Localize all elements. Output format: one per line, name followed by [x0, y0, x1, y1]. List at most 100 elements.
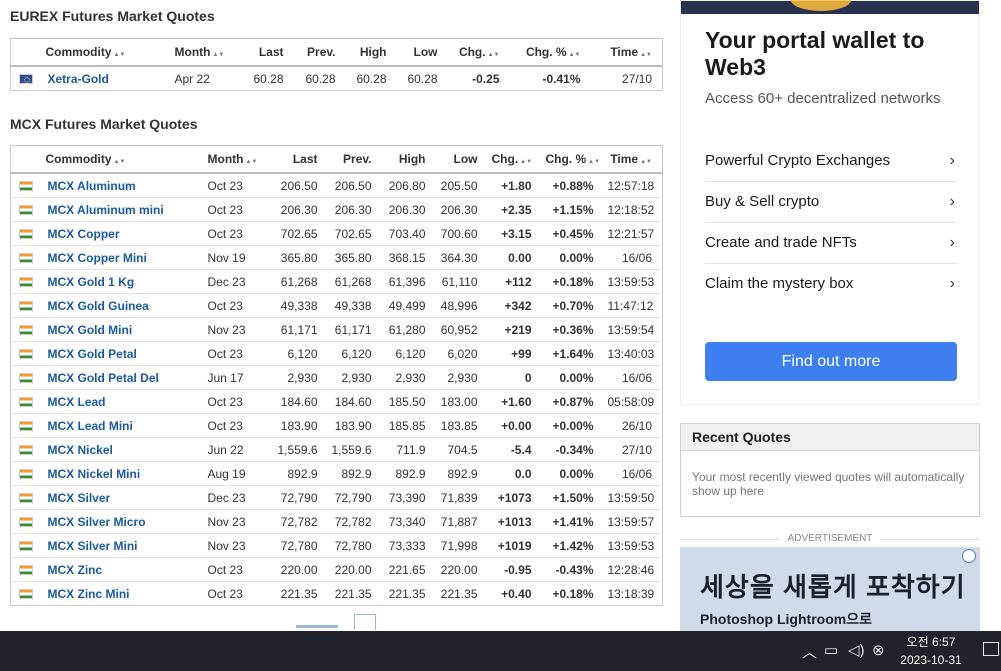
commodity-link[interactable]: MCX Nickel — [41, 437, 204, 462]
column-header-prev[interactable]: Prev. — [327, 145, 382, 174]
chevron-up-icon[interactable]: ︿ — [802, 641, 817, 662]
column-header-month[interactable]: Month ▲▼ — [203, 145, 274, 174]
table-row[interactable]: MCX Gold Petal Del Jun 17 2,930 2,930 2,930 2… — [10, 365, 663, 390]
table-row[interactable]: MCX Gold Guinea Oct 23 49,338 49,338 49,499 4… — [10, 293, 663, 318]
table-row[interactable]: MCX Nickel Jun 22 1,559.6 1,559.6 711.9 704.5… — [10, 437, 663, 462]
high-cell: 60.28 — [356, 71, 387, 86]
high-cell: 206.80 — [381, 173, 436, 198]
table-row[interactable]: MCX Gold Petal Oct 23 6,120 6,120 6,120 6,020… — [10, 341, 663, 366]
ad-choices-icon[interactable] — [962, 549, 976, 563]
ad-item-crypto-exchanges[interactable]: Powerful Crypto Exchanges › — [705, 141, 957, 182]
column-header-low[interactable]: Low — [396, 38, 448, 67]
prev-cell: 6,120 — [327, 341, 382, 366]
table-row[interactable]: MCX Copper Oct 23 702.65 702.65 703.40 700.60… — [10, 221, 663, 246]
chevron-right-icon: › — [949, 234, 955, 251]
column-header-chg[interactable]: Chg. % ▲▼ — [509, 38, 591, 67]
sort-icon[interactable]: ▲▼ — [569, 52, 581, 58]
find-out-more-button[interactable]: Find out more — [705, 342, 957, 381]
month-cell: Nov 23 — [203, 533, 274, 558]
column-header-time[interactable]: Time ▲▼ — [603, 145, 663, 174]
table-row[interactable]: MCX Aluminum Oct 23 206.50 206.50 206.80 205.… — [10, 173, 663, 198]
column-header-high[interactable]: High — [345, 38, 397, 67]
table-row[interactable]: MCX Gold 1 Kg Dec 23 61,268 61,268 61,396 61,… — [10, 269, 663, 294]
column-header-last[interactable]: Last — [237, 38, 294, 67]
sort-icon[interactable]: ▲▼ — [640, 159, 652, 165]
table-row[interactable]: MCX Lead Mini Oct 23 183.90 183.90 185.85 183… — [10, 413, 663, 438]
commodity-link[interactable]: Xetra-Gold — [42, 66, 171, 91]
table-row[interactable]: MCX Nickel Mini Aug 19 892.9 892.9 892.9 892.… — [10, 461, 663, 486]
time-cell: 13:59:53 — [603, 269, 663, 294]
commodity-link[interactable]: MCX Aluminum mini — [41, 197, 204, 222]
commodity-link[interactable]: MCX Silver Micro — [41, 509, 204, 534]
clock[interactable]: 오전 6:57 2023-10-31 — [893, 633, 969, 669]
column-header-commodity[interactable]: Commodity ▲▼ — [41, 38, 171, 67]
change-percent-cell: +0.70% — [541, 293, 604, 318]
commodity-link[interactable]: MCX Gold Petal Del — [41, 365, 204, 390]
commodity-link[interactable]: MCX Silver Mini — [41, 533, 204, 558]
notification-icon[interactable] — [983, 642, 999, 656]
table-row[interactable]: MCX Silver Micro Nov 23 72,782 72,782 73,340… — [10, 509, 663, 534]
last-cell: 365.80 — [273, 245, 328, 270]
month-cell: Dec 23 — [203, 269, 274, 294]
ad-item-mystery-box[interactable]: Claim the mystery box › — [705, 264, 957, 304]
column-header-chg[interactable]: Chg. % ▲▼ — [541, 145, 604, 174]
commodity-link[interactable]: MCX Nickel Mini — [41, 461, 204, 486]
commodity-link[interactable]: MCX Gold Guinea — [41, 293, 204, 318]
table-row[interactable]: MCX Silver Dec 23 72,790 72,790 73,390 71,839… — [10, 485, 663, 510]
sort-icon[interactable]: ▲▼ — [114, 159, 126, 165]
ad-item-nfts[interactable]: Create and trade NFTs › — [705, 223, 957, 264]
column-header-chg[interactable]: Chg. ▲▼ — [487, 145, 542, 174]
table-row[interactable]: MCX Zinc Oct 23 220.00 220.00 221.65 220.00 -0… — [10, 557, 663, 582]
sort-icon[interactable]: ▲▼ — [640, 52, 652, 58]
column-header-chg[interactable]: Chg. ▲▼ — [447, 38, 510, 67]
column-header-last[interactable]: Last — [273, 145, 328, 174]
column-header-time[interactable]: Time ▲▼ — [590, 38, 663, 67]
commodity-link[interactable]: MCX Zinc — [41, 557, 204, 582]
prev-cell: 206.50 — [327, 173, 382, 198]
close-circle-icon[interactable]: ⊗ — [872, 641, 885, 659]
column-header-commodity[interactable]: Commodity ▲▼ — [41, 145, 204, 174]
change-percent-cell: +1.41% — [541, 509, 604, 534]
network-icon[interactable]: ▭ — [824, 641, 838, 659]
commodity-link[interactable]: MCX Copper — [41, 221, 204, 246]
ad-item-buy-sell[interactable]: Buy & Sell crypto › — [705, 182, 957, 223]
sort-icon[interactable]: ▲▼ — [488, 52, 500, 58]
advertisement-label: ADVERTISEMENT — [680, 533, 980, 544]
table-row[interactable]: MCX Silver Mini Nov 23 72,780 72,780 73,333 7… — [10, 533, 663, 558]
table-row[interactable]: MCX Aluminum mini Oct 23 206.30 206.30 206.3… — [10, 197, 663, 222]
lightroom-ad[interactable]: 세상을 새롭게 포착하기 Photoshop Lightroom으로 — [680, 547, 980, 631]
column-header-low[interactable]: Low — [435, 145, 488, 174]
table-row[interactable]: Xetra-Gold Apr 22 60.28 60.28 60.28 60.28 -0.2… — [11, 66, 663, 91]
low-cell: 205.50 — [435, 173, 488, 198]
ad-item-label: Buy & Sell crypto — [705, 193, 820, 210]
column-header-prev[interactable]: Prev. — [293, 38, 346, 67]
ad-item-label: Powerful Crypto Exchanges — [705, 152, 891, 169]
india-flag-icon — [19, 181, 33, 192]
sort-icon[interactable]: ▲▼ — [245, 159, 257, 165]
commodity-link[interactable]: MCX Zinc Mini — [42, 582, 204, 606]
commodity-link[interactable]: MCX Gold Mini — [41, 317, 204, 342]
sort-icon[interactable]: ▲▼ — [212, 52, 224, 58]
table-row[interactable]: MCX Zinc Mini Oct 23 221.35 221.35 221.35 221… — [11, 582, 663, 606]
column-header-month[interactable]: Month ▲▼ — [170, 38, 238, 67]
wallet-ad[interactable]: Your portal wallet to Web3 Access 60+ de… — [680, 0, 980, 405]
table-header-row: Commodity ▲▼ Month ▲▼ Last Prev. High Low Chg. ▲▼… — [10, 145, 663, 174]
commodity-link[interactable]: MCX Aluminum — [41, 173, 204, 198]
table-row[interactable]: MCX Gold Mini Nov 23 61,171 61,171 61,280 60,… — [10, 317, 663, 342]
commodity-link[interactable]: MCX Lead Mini — [41, 413, 204, 438]
table-row[interactable]: MCX Copper Mini Nov 19 365.80 365.80 368.15 3… — [10, 245, 663, 270]
commodity-link[interactable]: MCX Silver — [41, 485, 204, 510]
time-cell: 12:21:57 — [603, 221, 663, 246]
sort-icon[interactable]: ▲▼ — [588, 159, 600, 165]
commodity-link[interactable]: MCX Copper Mini — [41, 245, 204, 270]
volume-icon[interactable]: ◁) — [848, 641, 865, 659]
change-cell: -5.4 — [487, 437, 542, 462]
commodity-link[interactable]: MCX Lead — [41, 389, 204, 414]
sort-icon[interactable]: ▲▼ — [114, 52, 126, 58]
commodity-link[interactable]: MCX Gold Petal — [41, 341, 204, 366]
table-row[interactable]: MCX Lead Oct 23 184.60 184.60 185.50 183.00 +1… — [10, 389, 663, 414]
commodity-link[interactable]: MCX Gold 1 Kg — [41, 269, 204, 294]
india-flag-icon — [19, 253, 33, 264]
sort-icon[interactable]: ▲▼ — [520, 159, 532, 165]
column-header-high[interactable]: High — [381, 145, 436, 174]
